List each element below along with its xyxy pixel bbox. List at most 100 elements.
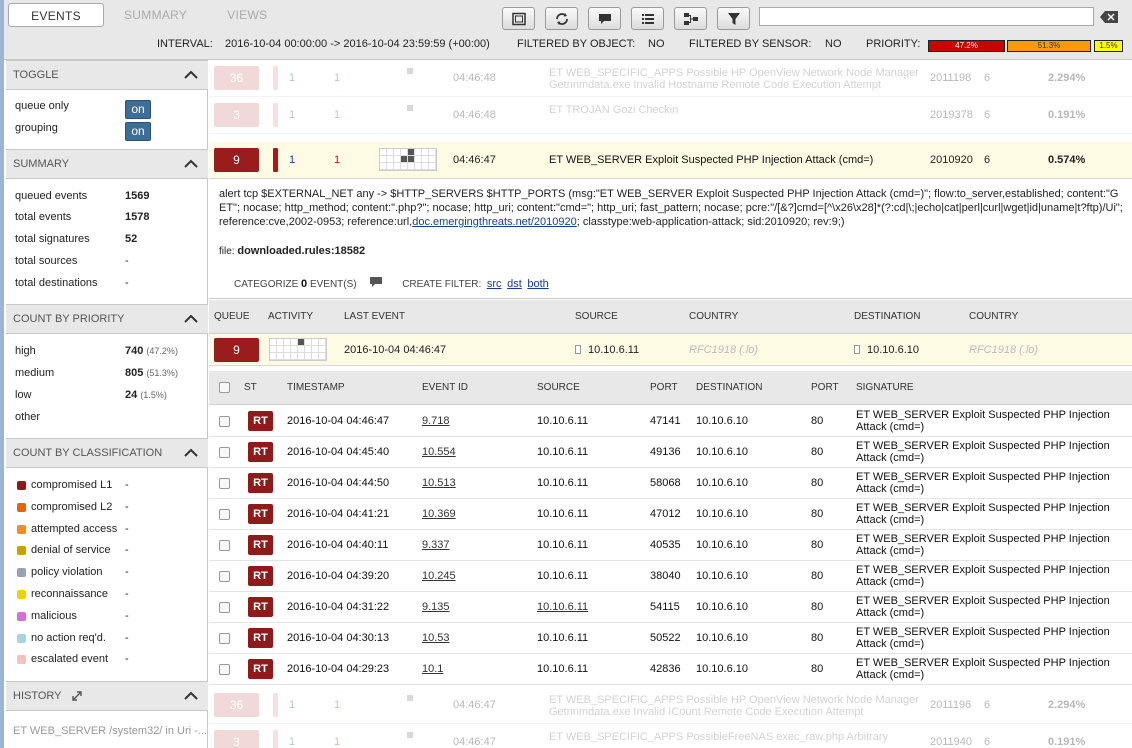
grouping-toggle[interactable]: on	[125, 122, 151, 141]
history-item[interactable]: ET WEB_SERVER /system32/ in Uri -...	[13, 725, 207, 737]
event-destination-ip[interactable]: 10.10.6.10	[696, 508, 748, 520]
list-button[interactable]	[631, 7, 664, 30]
event-row[interactable]: RT 2016-10-04 04:39:20 10.245 10.10.6.11…	[209, 561, 1132, 592]
comment-icon[interactable]	[369, 276, 383, 288]
classification-label[interactable]: attempted access	[31, 523, 117, 535]
column-header[interactable]: SIGNATURE	[856, 382, 914, 393]
column-header[interactable]: COUNTRY	[969, 311, 1018, 322]
refresh-button[interactable]	[545, 7, 578, 30]
event-destination-ip[interactable]: 10.10.6.10	[696, 632, 748, 644]
event-destination-ip[interactable]: 10.10.6.10	[696, 663, 748, 675]
classification-label[interactable]: no action req'd.	[31, 632, 106, 644]
event-id-link[interactable]: 10.245	[422, 570, 456, 582]
event-source-ip[interactable]: 10.10.6.11	[537, 601, 588, 613]
collapse-caret-icon[interactable]	[184, 314, 198, 324]
column-header[interactable]: LAST EVENT	[344, 311, 405, 322]
event-row[interactable]: RT 2016-10-04 04:29:23 10.1 10.10.6.11 4…	[209, 654, 1132, 685]
tab-views[interactable]: VIEWS	[207, 3, 287, 27]
event-source-ip[interactable]: 10.10.6.11	[537, 570, 588, 582]
row-checkbox[interactable]	[219, 602, 230, 613]
row-checkbox[interactable]	[219, 540, 230, 551]
column-header[interactable]: EVENT ID	[422, 382, 468, 393]
classification-header[interactable]: COUNT BY CLASSIFICATION	[6, 438, 208, 468]
queue-count[interactable]: 3	[214, 730, 259, 748]
event-source-ip[interactable]: 10.10.6.11	[537, 508, 588, 520]
source-destination-row[interactable]: 9 2016-10-04 04:46:47 10.10.6.11 RFC1918…	[209, 334, 1132, 366]
event-row[interactable]: RT 2016-10-04 04:41:21 10.369 10.10.6.11…	[209, 499, 1132, 530]
classification-label[interactable]: escalated event	[31, 653, 108, 665]
reference-link[interactable]: doc.emergingthreats.net/2010920	[412, 216, 577, 228]
event-id-link[interactable]: 10.53	[422, 632, 450, 644]
toggle-header[interactable]: TOGGLE	[6, 60, 208, 90]
row-checkbox[interactable]	[219, 447, 230, 458]
event-id-link[interactable]: 10.554	[422, 446, 456, 458]
column-header[interactable]: DESTINATION	[854, 311, 920, 322]
event-row[interactable]: RT 2016-10-04 04:31:22 9.135 10.10.6.11 …	[209, 592, 1132, 623]
event-destination-ip[interactable]: 10.10.6.10	[696, 570, 748, 582]
classification-label[interactable]: malicious	[31, 610, 77, 622]
signature-group[interactable]: 3 1 1 04:46:48 ET TROJAN Gozi Checkin 20…	[209, 97, 1132, 134]
priority-header[interactable]: COUNT BY PRIORITY	[6, 304, 208, 334]
signature-group[interactable]: 36 1 1 04:46:47 ET WEB_SPECIFIC_APPS Pos…	[209, 687, 1132, 724]
tab-summary[interactable]: SUMMARY	[104, 3, 207, 27]
column-header[interactable]: COUNTRY	[689, 311, 738, 322]
column-header[interactable]: SOURCE	[575, 311, 618, 322]
event-destination-ip[interactable]: 10.10.6.10	[696, 539, 748, 551]
event-destination-ip[interactable]: 10.10.6.10	[696, 415, 748, 427]
classification-label[interactable]: compromised L2	[31, 501, 112, 513]
column-header[interactable]: ST	[244, 382, 257, 393]
classification-label[interactable]: denial of service	[31, 544, 111, 556]
event-id-link[interactable]: 9.337	[422, 539, 450, 551]
priority-bar-high[interactable]: 47.2%	[928, 40, 1005, 52]
row-checkbox[interactable]	[219, 664, 230, 675]
summary-header[interactable]: SUMMARY	[6, 149, 208, 179]
status-badge[interactable]: RT	[248, 628, 273, 648]
clear-search-icon[interactable]	[1100, 11, 1118, 23]
event-source-ip[interactable]: 10.10.6.11	[537, 539, 588, 551]
filter-button[interactable]	[717, 7, 750, 30]
column-header[interactable]: SOURCE	[537, 382, 580, 393]
column-header[interactable]: TIMESTAMP	[287, 382, 345, 393]
row-checkbox[interactable]	[219, 478, 230, 489]
status-badge[interactable]: RT	[248, 659, 273, 679]
row-checkbox[interactable]	[219, 509, 230, 520]
event-row[interactable]: RT 2016-10-04 04:45:40 10.554 10.10.6.11…	[209, 437, 1132, 468]
classification-label[interactable]: policy violation	[31, 566, 103, 578]
status-badge[interactable]: RT	[248, 504, 273, 524]
queue-count[interactable]: 36	[214, 693, 259, 717]
event-id-link[interactable]: 9.135	[422, 601, 450, 613]
event-source-ip[interactable]: 10.10.6.11	[537, 415, 588, 427]
workflow-button[interactable]	[674, 7, 707, 30]
event-id-link[interactable]: 10.513	[422, 477, 456, 489]
event-source-ip[interactable]: 10.10.6.11	[537, 663, 588, 675]
filter-dst-link[interactable]: dst	[507, 278, 522, 290]
status-badge[interactable]: RT	[248, 411, 273, 431]
classification-label[interactable]: compromised L1	[31, 479, 112, 491]
queue-only-toggle[interactable]: on	[125, 100, 151, 119]
event-row[interactable]: RT 2016-10-04 04:40:11 9.337 10.10.6.11 …	[209, 530, 1132, 561]
priority-bar-low[interactable]: 1.5%	[1094, 40, 1123, 52]
row-checkbox[interactable]	[219, 571, 230, 582]
event-destination-ip[interactable]: 10.10.6.10	[696, 601, 748, 613]
history-header[interactable]: HISTORY	[6, 681, 208, 711]
status-badge[interactable]: RT	[248, 535, 273, 555]
collapse-caret-icon[interactable]	[184, 70, 198, 80]
source-ip[interactable]: 10.10.6.11	[588, 344, 639, 356]
event-source-ip[interactable]: 10.10.6.11	[537, 477, 588, 489]
column-header[interactable]: PORT	[811, 382, 839, 393]
event-source-ip[interactable]: 10.10.6.11	[537, 632, 588, 644]
queue-count[interactable]: 9	[214, 148, 259, 172]
status-badge[interactable]: RT	[248, 566, 273, 586]
collapse-caret-icon[interactable]	[184, 159, 198, 169]
destination-ip[interactable]: 10.10.6.10	[867, 344, 919, 356]
column-header[interactable]: DESTINATION	[696, 382, 762, 393]
event-destination-ip[interactable]: 10.10.6.10	[696, 477, 748, 489]
selected-signature-group[interactable]: 9 1 1 04:46:47 ET WEB_SERVER Exploit Sus…	[209, 142, 1132, 179]
status-badge[interactable]: RT	[248, 442, 273, 462]
expand-button[interactable]	[502, 7, 535, 30]
column-header[interactable]: ACTIVITY	[268, 311, 313, 322]
column-header[interactable]: QUEUE	[214, 311, 250, 322]
event-row[interactable]: RT 2016-10-04 04:30:13 10.53 10.10.6.11 …	[209, 623, 1132, 654]
popout-icon[interactable]	[72, 691, 82, 701]
column-header[interactable]: PORT	[650, 382, 678, 393]
